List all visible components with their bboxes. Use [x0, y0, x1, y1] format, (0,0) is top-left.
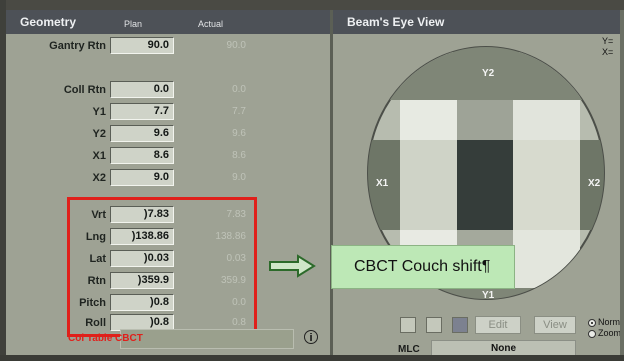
- bev-x1-label: X1: [376, 178, 389, 189]
- y1-label: Y1: [92, 106, 106, 118]
- x2-actual: 9.0: [232, 172, 246, 183]
- panel-divider: [330, 10, 333, 355]
- actual-column-header: Actual: [198, 19, 224, 29]
- bev-block-top-right: [513, 100, 580, 140]
- bev-block-mid-right: [513, 140, 580, 230]
- bev-block-mid-left: [400, 140, 457, 230]
- coll-rtn-label: Coll Rtn: [63, 84, 106, 96]
- image-tool-2-icon[interactable]: [426, 317, 442, 333]
- gantry-rtn-label: Gantry Rtn: [49, 40, 106, 52]
- x1-actual: 8.6: [232, 150, 246, 161]
- gantry-rtn-plan-field[interactable]: 90.0: [110, 37, 174, 54]
- bev-block-top-left: [400, 100, 457, 140]
- couch-shift-callout: CBCT Couch shift¶: [331, 245, 515, 289]
- x2-plan-field[interactable]: 9.0: [110, 169, 174, 186]
- y2-plan-field[interactable]: 9.6: [110, 125, 174, 142]
- col-table-label: Col Table CBCT: [68, 333, 143, 344]
- bev-header: Beam's Eye View: [333, 10, 620, 34]
- right-arrow-icon: [269, 254, 316, 278]
- treatment-console-screen: Geometry Plan Actual Beam's Eye View Gan…: [6, 10, 620, 355]
- x1-plan-field[interactable]: 8.6: [110, 147, 174, 164]
- mlc-label: MLC: [398, 344, 420, 355]
- gantry-rtn-actual: 90.0: [226, 40, 246, 51]
- y1-plan-field[interactable]: 7.7: [110, 103, 174, 120]
- geometry-title: Geometry: [20, 15, 77, 29]
- col-table-label-text: Col Table: [68, 333, 113, 344]
- view-button[interactable]: View: [534, 316, 576, 334]
- y1-actual: 7.7: [232, 106, 246, 117]
- mlc-select[interactable]: None: [431, 340, 576, 355]
- col-table-field[interactable]: [120, 329, 294, 349]
- zoom-radio[interactable]: [588, 330, 596, 338]
- edit-button[interactable]: Edit: [475, 316, 521, 334]
- coll-rtn-actual: 0.0: [232, 84, 246, 95]
- geometry-header: Geometry Plan Actual: [6, 10, 330, 34]
- y2-label: Y2: [92, 128, 106, 140]
- bev-block-bot-right: [513, 230, 580, 288]
- photo-edge-bottom: [0, 355, 624, 361]
- bev-y1-label: Y1: [482, 290, 495, 301]
- image-tool-icon[interactable]: [400, 317, 416, 333]
- x2-label: X2: [92, 172, 106, 184]
- normal-radio[interactable]: [588, 319, 596, 327]
- couch-highlight-box: [67, 197, 257, 337]
- info-icon[interactable]: i: [304, 330, 318, 344]
- coll-rtn-plan-field[interactable]: 0.0: [110, 81, 174, 98]
- normal-radio-label: Norm: [598, 317, 620, 327]
- y2-actual: 9.6: [232, 128, 246, 139]
- zoom-radio-label: Zoom: [598, 328, 620, 338]
- bev-x2-label: X2: [588, 178, 601, 189]
- plan-column-header: Plan: [124, 19, 143, 29]
- bev-y2-label: Y2: [482, 68, 495, 79]
- col-table-value: CBCT: [115, 333, 143, 344]
- photo-edge-top: [0, 0, 624, 10]
- film-tool-icon[interactable]: [452, 317, 468, 333]
- bev-title: Beam's Eye View: [347, 15, 445, 29]
- bev-block-top-mid: [457, 100, 513, 140]
- bev-block-center: [457, 140, 513, 230]
- x1-label: X1: [92, 150, 106, 162]
